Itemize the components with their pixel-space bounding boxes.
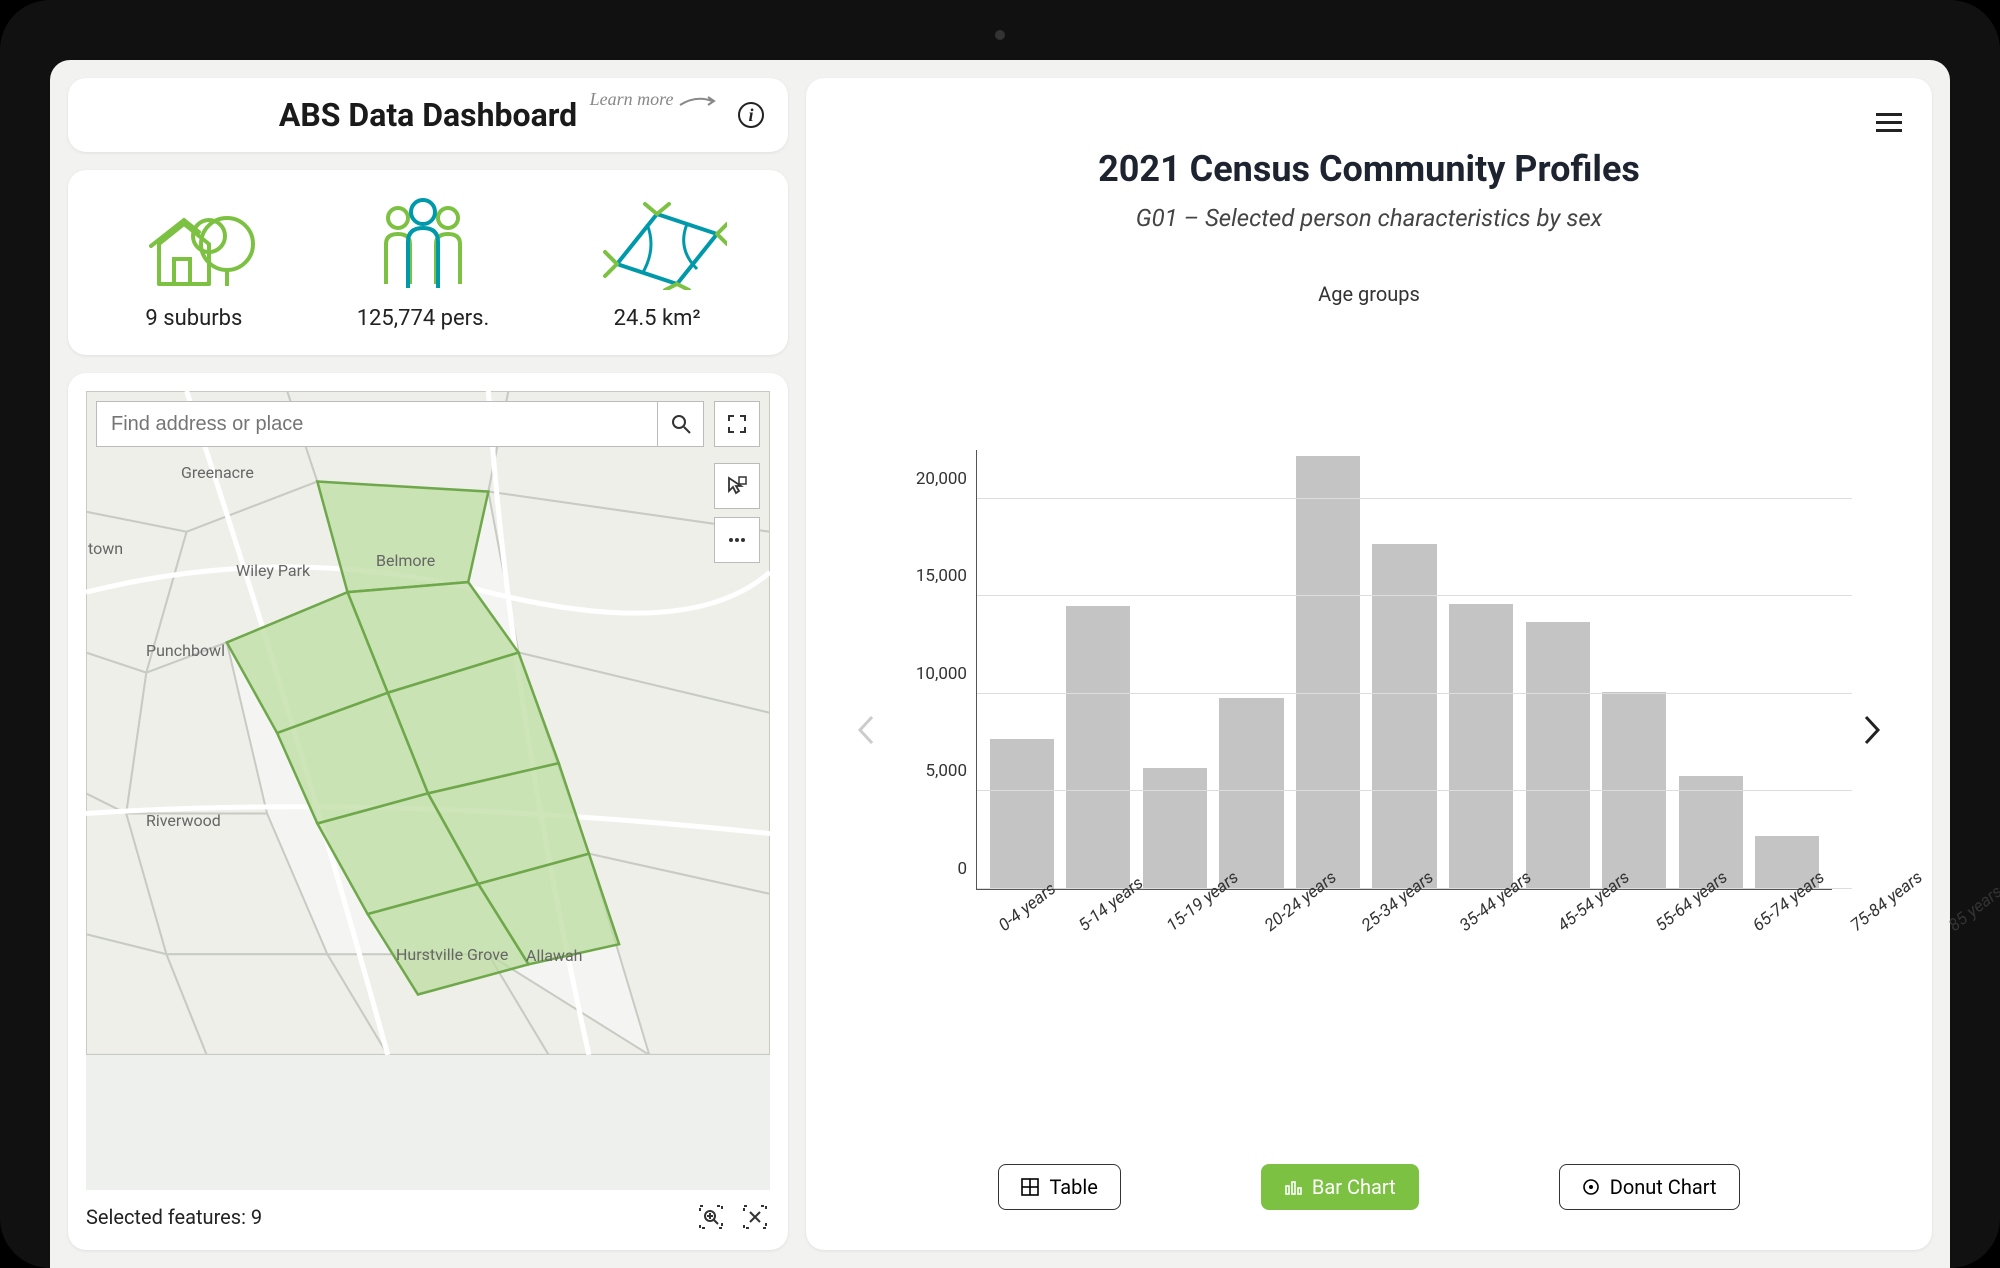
dots-icon xyxy=(727,530,747,550)
next-chart-button[interactable] xyxy=(1852,700,1892,760)
prev-chart-button[interactable] xyxy=(846,700,886,760)
search-row xyxy=(96,401,760,447)
y-axis-tick: 20,000 xyxy=(897,469,967,489)
chart-bar[interactable] xyxy=(1066,606,1130,889)
zoom-to-selection-button[interactable] xyxy=(696,1202,726,1232)
app-title: ABS Data Dashboard xyxy=(279,96,577,134)
chart-bar[interactable] xyxy=(1143,768,1207,889)
learn-more-label[interactable]: Learn more xyxy=(590,90,718,109)
chart-wrap: 05,00010,00015,00020,000 0-4 years5-14 y… xyxy=(846,316,1892,1144)
search-icon xyxy=(671,414,691,434)
area-icon xyxy=(587,194,727,290)
search-button[interactable] xyxy=(657,402,703,446)
camera-dot xyxy=(995,30,1005,40)
table-button-label: Table xyxy=(1049,1175,1097,1199)
zoom-select-icon xyxy=(698,1204,724,1230)
search-box xyxy=(96,401,704,447)
device-frame: ABS Data Dashboard Learn more i xyxy=(0,0,2000,1268)
map-label: Greenacre xyxy=(181,463,254,482)
chart-bar[interactable] xyxy=(1219,698,1283,889)
house-tree-icon xyxy=(129,194,259,290)
clear-selection-button[interactable] xyxy=(740,1202,770,1232)
gridline xyxy=(977,790,1852,791)
bars-row xyxy=(977,450,1832,889)
map-footer-tools xyxy=(696,1202,770,1232)
map-label: Allawah xyxy=(526,946,582,965)
map-label: town xyxy=(88,539,123,558)
cursor-select-icon xyxy=(726,475,748,497)
chart-title: Age groups xyxy=(846,282,1892,306)
panel-subtitle: G01 – Selected person characteristics by… xyxy=(846,204,1892,232)
map-area[interactable]: Greenacre town Wiley Park Belmore Punchb… xyxy=(86,391,770,1190)
fullscreen-button[interactable] xyxy=(714,401,760,447)
app-screen: ABS Data Dashboard Learn more i xyxy=(50,60,1950,1268)
panel-title: 2021 Census Community Profiles xyxy=(846,148,1892,190)
gridline xyxy=(977,498,1852,499)
stats-card: 9 suburbs 125,774 pers. xyxy=(68,170,788,355)
chart-area: 05,00010,00015,00020,000 0-4 years5-14 y… xyxy=(886,450,1852,1010)
left-column: ABS Data Dashboard Learn more i xyxy=(68,78,788,1250)
donut-chart-button[interactable]: Donut Chart xyxy=(1559,1164,1740,1210)
right-panel: 2021 Census Community Profiles G01 – Sel… xyxy=(806,78,1932,1250)
learn-more-text: Learn more xyxy=(590,89,674,109)
map-label: Wiley Park xyxy=(236,561,310,580)
y-axis-tick: 10,000 xyxy=(897,664,967,684)
map-side-tools xyxy=(714,463,760,563)
stat-persons-label: 125,774 pers. xyxy=(357,306,490,331)
y-axis-tick: 0 xyxy=(897,859,967,879)
header-card: ABS Data Dashboard Learn more i xyxy=(68,78,788,152)
table-icon xyxy=(1021,1178,1039,1196)
plot-region: 05,00010,00015,00020,000 xyxy=(976,450,1832,890)
chart-bar[interactable] xyxy=(1449,604,1513,889)
stat-suburbs: 9 suburbs xyxy=(129,194,259,331)
bar-chart-button[interactable]: Bar Chart xyxy=(1261,1164,1419,1210)
map-footer: Selected features: 9 xyxy=(86,1190,770,1232)
hamburger-icon xyxy=(1876,113,1902,116)
map-label: Riverwood xyxy=(146,811,221,830)
more-tools-button[interactable] xyxy=(714,517,760,563)
chart-bar[interactable] xyxy=(1296,456,1360,889)
map-card: Greenacre town Wiley Park Belmore Punchb… xyxy=(68,373,788,1250)
bar-chart-icon xyxy=(1284,1178,1302,1196)
x-labels: 0-4 years5-14 years15-19 years20-24 year… xyxy=(976,900,1832,1010)
search-input[interactable] xyxy=(97,402,657,446)
info-icon[interactable]: i xyxy=(738,102,764,128)
chevron-left-icon xyxy=(856,713,876,747)
stat-suburbs-label: 9 suburbs xyxy=(145,306,242,331)
fullscreen-icon xyxy=(727,414,747,434)
chart-bar[interactable] xyxy=(990,739,1054,889)
arrow-icon xyxy=(678,93,718,109)
clear-select-icon xyxy=(742,1204,768,1230)
map-label: Punchbowl xyxy=(146,641,225,660)
donut-chart-icon xyxy=(1582,1178,1600,1196)
gridline xyxy=(977,693,1852,694)
stat-area: 24.5 km² xyxy=(587,194,727,331)
chart-bar[interactable] xyxy=(1526,622,1590,889)
donut-button-label: Donut Chart xyxy=(1610,1175,1717,1199)
chevron-right-icon xyxy=(1862,713,1882,747)
table-view-button[interactable]: Table xyxy=(998,1164,1120,1210)
bar-button-label: Bar Chart xyxy=(1312,1175,1396,1199)
menu-button[interactable] xyxy=(1876,108,1902,137)
chart-type-buttons: Table Bar Chart Donut Chart xyxy=(846,1164,1892,1210)
map-label: Belmore xyxy=(376,551,435,570)
stat-area-label: 24.5 km² xyxy=(614,306,701,331)
select-tool-button[interactable] xyxy=(714,463,760,509)
chart-bar[interactable] xyxy=(1679,776,1743,889)
map-label: Hurstville Grove xyxy=(396,946,508,964)
people-icon xyxy=(368,194,478,290)
y-axis-tick: 15,000 xyxy=(897,566,967,586)
stat-persons: 125,774 pers. xyxy=(357,194,490,331)
selected-features-label: Selected features: 9 xyxy=(86,1205,262,1229)
y-axis-tick: 5,000 xyxy=(897,761,967,781)
gridline xyxy=(977,595,1852,596)
